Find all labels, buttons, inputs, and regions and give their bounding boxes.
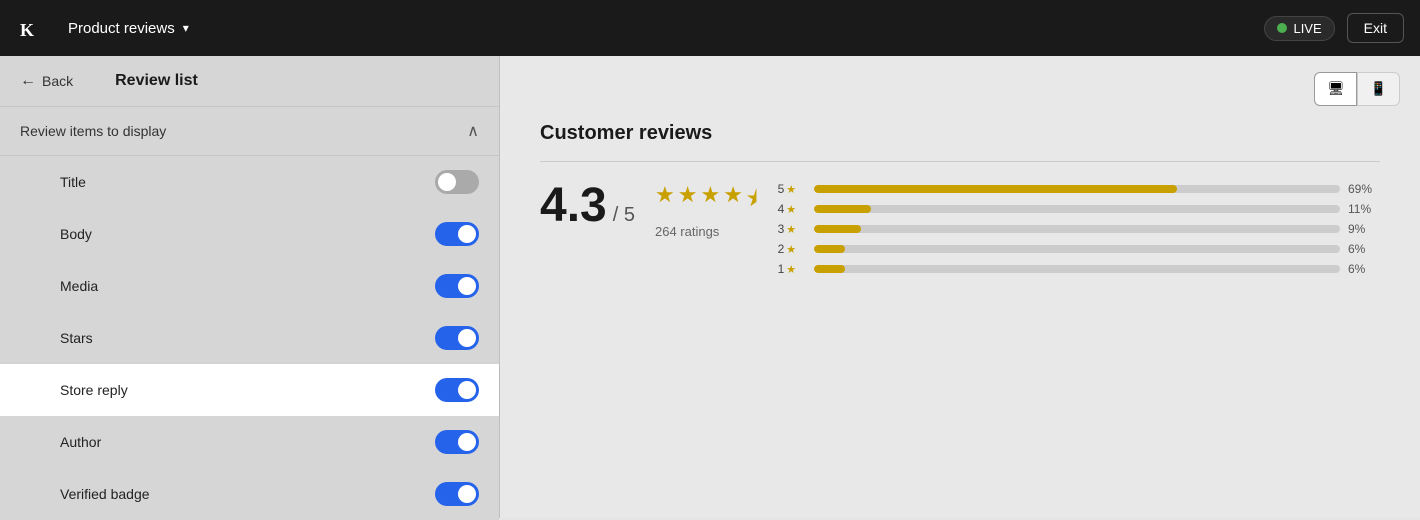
desktop-view-button[interactable]: 🖥	[1314, 72, 1357, 106]
full-star-icon: ★	[678, 182, 698, 220]
toggle-switch[interactable]	[435, 170, 479, 194]
rating-number: 4.3	[540, 182, 607, 230]
klaviyo-logo-icon: K	[16, 10, 52, 46]
bar-track	[814, 225, 1340, 233]
toggle-label: Body	[60, 226, 92, 242]
live-badge: LIVE	[1264, 16, 1334, 41]
bar-label: 2 ★	[778, 242, 806, 256]
bar-row: 1 ★ 6%	[778, 262, 1380, 276]
monitor-icon: 🖥	[1327, 81, 1344, 97]
right-panel: 🖥 📱 Customer reviews 4.3 / 5 ★★★★⯨ 264 r…	[500, 56, 1420, 518]
bar-track	[814, 245, 1340, 253]
toggle-label: Author	[60, 434, 101, 450]
bar-track	[814, 205, 1340, 213]
toggle-list: Title Body Media Stars Store reply Author Veri…	[0, 156, 499, 520]
toggle-label: Stars	[60, 330, 93, 346]
section-title: Review items to display	[20, 123, 166, 139]
full-star-icon: ★	[700, 182, 720, 220]
exit-button[interactable]: Exit	[1347, 13, 1404, 43]
section-header: Review items to display ∧	[0, 107, 499, 156]
bar-label: 1 ★	[778, 262, 806, 276]
chevron-down-icon: ▾	[183, 21, 189, 35]
back-arrow-icon: ←	[20, 72, 36, 90]
bar-percentage: 6%	[1348, 242, 1380, 256]
back-label: Back	[42, 73, 73, 89]
toggle-label: Verified badge	[60, 486, 150, 502]
big-rating: 4.3 / 5	[540, 182, 635, 230]
bar-fill	[814, 265, 846, 273]
left-header: ← Back Review list	[0, 56, 499, 107]
toggle-row: Title	[0, 156, 499, 208]
toggle-row: Author	[0, 416, 499, 468]
main-layout: ← Back Review list Review items to displ…	[0, 56, 1420, 518]
nav-title-area[interactable]: Product reviews ▾	[68, 20, 189, 37]
mobile-view-button[interactable]: 📱	[1357, 72, 1400, 106]
bar-fill	[814, 205, 872, 213]
mobile-icon: 📱	[1370, 81, 1387, 97]
bar-percentage: 69%	[1348, 182, 1380, 196]
toggle-switch[interactable]	[435, 222, 479, 246]
top-navigation: K Product reviews ▾ LIVE Exit	[0, 0, 1420, 56]
bar-percentage: 9%	[1348, 222, 1380, 236]
bar-row: 3 ★ 9%	[778, 222, 1380, 236]
bar-row: 4 ★ 11%	[778, 202, 1380, 216]
toggle-switch[interactable]	[435, 378, 479, 402]
bars-area: 5 ★ 69% 4 ★ 11% 3 ★ 9% 2 ★ 6% 1 ★ 6%	[778, 182, 1380, 282]
toggle-row: Verified badge	[0, 468, 499, 520]
svg-text:K: K	[20, 20, 34, 40]
toggle-switch[interactable]	[435, 430, 479, 454]
rating-summary: 4.3 / 5 ★★★★⯨ 264 ratings 5 ★69%4 ★11%3 …	[540, 182, 1380, 282]
toggle-row: Stars	[0, 312, 499, 364]
nav-right: LIVE Exit	[1264, 13, 1404, 43]
bar-percentage: 11%	[1348, 202, 1380, 216]
bar-row: 5 ★ 69%	[778, 182, 1380, 196]
bar-fill	[814, 245, 846, 253]
preview-card: Customer reviews 4.3 / 5 ★★★★⯨ 264 ratin…	[540, 122, 1380, 282]
live-dot-icon	[1277, 23, 1287, 33]
bar-percentage: 6%	[1348, 262, 1380, 276]
bar-label: 4 ★	[778, 202, 806, 216]
bar-label: 3 ★	[778, 222, 806, 236]
toggle-row: Media	[0, 260, 499, 312]
toggle-label: Store reply	[60, 382, 128, 398]
bar-fill	[814, 225, 861, 233]
rating-count: 264 ratings	[655, 224, 758, 239]
full-star-icon: ★	[655, 182, 675, 220]
preview-area: Customer reviews 4.3 / 5 ★★★★⯨ 264 ratin…	[500, 122, 1420, 518]
live-label: LIVE	[1293, 21, 1321, 36]
logo: K	[16, 10, 52, 46]
toggle-switch[interactable]	[435, 326, 479, 350]
toggle-switch[interactable]	[435, 274, 479, 298]
back-button[interactable]: ← Back	[20, 72, 73, 90]
toggle-row: Body	[0, 208, 499, 260]
bar-track	[814, 185, 1340, 193]
half-star-icon: ⯨	[746, 182, 758, 220]
chevron-up-icon[interactable]: ∧	[467, 121, 479, 141]
stars-row: ★★★★⯨	[655, 182, 758, 220]
left-panel: ← Back Review list Review items to displ…	[0, 56, 500, 518]
toggle-label: Media	[60, 278, 98, 294]
panel-title: Review list	[115, 72, 198, 90]
bar-row: 2 ★ 6%	[778, 242, 1380, 256]
toggle-label: Title	[60, 174, 86, 190]
preview-heading: Customer reviews	[540, 122, 1380, 162]
toggle-switch[interactable]	[435, 482, 479, 506]
bar-fill	[814, 185, 1177, 193]
rating-stars-area: ★★★★⯨ 264 ratings	[655, 182, 758, 239]
full-star-icon: ★	[723, 182, 743, 220]
bar-track	[814, 265, 1340, 273]
toggle-row: Store reply	[0, 364, 499, 416]
view-controls: 🖥 📱	[500, 56, 1420, 122]
rating-denom: / 5	[613, 204, 635, 227]
nav-product-title: Product reviews	[68, 20, 175, 37]
bar-label: 5 ★	[778, 182, 806, 196]
